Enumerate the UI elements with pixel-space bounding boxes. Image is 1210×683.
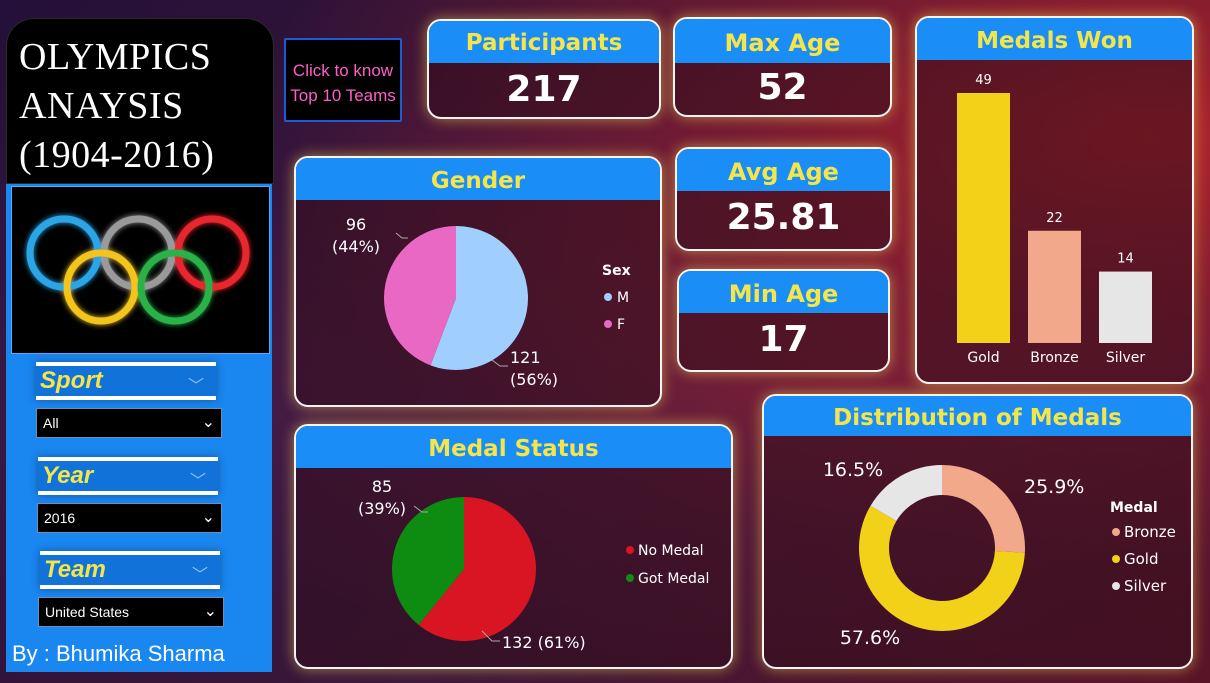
sport-dropdown-value: All	[43, 415, 59, 431]
min-age-card: Min Age 17	[677, 269, 890, 372]
chevron-down-icon: ⌄	[201, 509, 215, 526]
participants-card: Participants 217	[427, 19, 661, 119]
gender-leader-line-m	[491, 359, 508, 367]
chevron-down-icon[interactable]: ﹀	[192, 561, 208, 585]
gender-legend-marker-f	[604, 320, 612, 328]
bar-category-silver: Silver	[1106, 350, 1146, 366]
participants-label: Participants	[429, 21, 659, 63]
distribution-legend-silver: Silver	[1124, 577, 1167, 595]
gender-chart-card: Gender Sex 121 (56%) 96 (44%) M F	[294, 156, 662, 407]
year-dropdown[interactable]: 2016 ⌄	[37, 503, 222, 533]
team-dropdown[interactable]: United States ⌄	[38, 597, 224, 627]
top-10-teams-button-line2: Top 10 Teams	[290, 86, 396, 105]
distribution-donut-chart: Medal 25.9% 57.6% 16.5% Bronze Gold Silver	[823, 459, 1176, 649]
status-label-got-medal: 85 (39%)	[358, 477, 406, 518]
bar-bronze	[1028, 230, 1081, 343]
sport-dropdown[interactable]: All ⌄	[36, 408, 222, 438]
top-10-teams-button-line1: Click to know	[292, 61, 394, 80]
status-legend-got-medal: Got Medal	[638, 571, 709, 587]
distribution-legend-title: Medal	[1110, 500, 1158, 516]
gender-label-m: 121 (56%)	[510, 348, 558, 389]
medal-status-pie-chart: 132 (61%) 85 (39%) No Medal Got Medal	[358, 477, 709, 652]
distribution-card: Distribution of Medals Medal 25.9% 57.6% 1…	[762, 394, 1193, 669]
dashboard-title: OLYMPICS ANAYSIS (1904-2016)	[19, 36, 215, 176]
chevron-down-icon: ⌄	[203, 603, 217, 620]
gender-pie-chart: Sex 121 (56%) 96 (44%) MF	[332, 215, 631, 389]
medals-won-bar-chart: 49 Gold 22 Bronze 14 Silver	[957, 73, 1152, 366]
min-age-value: 17	[758, 319, 809, 360]
chevron-down-icon[interactable]: ﹀	[188, 372, 204, 396]
gender-legend-m: M	[617, 290, 629, 306]
min-age-label: Min Age	[679, 271, 888, 313]
gender-leader-line-f	[395, 232, 408, 239]
max-age-card: Max Age 52	[673, 17, 892, 117]
status-legend-no-medal: No Medal	[638, 543, 704, 559]
distribution-legend-marker-silver	[1112, 582, 1120, 590]
team-dropdown-value: United States	[45, 604, 130, 620]
participants-value: 217	[506, 69, 582, 110]
bar-category-gold: Gold	[967, 350, 999, 366]
status-legend-marker-no-medal	[626, 546, 634, 554]
sport-slicer-header[interactable]: Sport ﹀	[36, 362, 216, 400]
max-age-label: Max Age	[675, 19, 890, 63]
sport-slicer-title: Sport	[40, 367, 103, 394]
bar-value-bronze: 22	[1046, 211, 1063, 226]
distribution-legend-bronze: Bronze	[1124, 523, 1176, 541]
status-label-no-medal: 132 (61%)	[502, 633, 586, 652]
avg-age-value: 25.81	[726, 197, 841, 238]
gender-legend-marker-m	[604, 293, 612, 301]
gender-legend-f: F	[617, 317, 625, 333]
gender-label-f: 96 (44%)	[332, 215, 380, 256]
distribution-legend-marker-gold	[1112, 555, 1120, 563]
distribution-legend-gold: Gold	[1124, 550, 1159, 568]
team-slicer-header[interactable]: Team ﹀	[40, 551, 220, 589]
donut-label-gold: 57.6%	[840, 627, 900, 649]
donut-label-silver: 16.5%	[823, 459, 883, 481]
bar-value-silver: 14	[1117, 252, 1134, 267]
gender-legend-title: Sex	[602, 263, 631, 279]
chevron-down-icon[interactable]: ﹀	[190, 467, 206, 491]
olympic-rings-logo	[11, 186, 270, 354]
avg-age-label: Avg Age	[677, 149, 890, 191]
bar-silver	[1099, 271, 1152, 343]
year-dropdown-value: 2016	[44, 510, 76, 526]
avg-age-card: Avg Age 25.81	[675, 147, 892, 251]
bar-value-gold: 49	[975, 73, 992, 88]
bar-gold	[957, 93, 1010, 343]
chevron-down-icon: ⌄	[201, 414, 215, 431]
distribution-legend-marker-bronze	[1112, 528, 1120, 536]
medals-won-card: Medals Won 49 Gold 22 Bronze 14 Silver	[915, 16, 1194, 384]
year-slicer-title: Year	[42, 462, 94, 489]
olympic-rings-icon	[26, 215, 250, 325]
year-slicer-header[interactable]: Year ﹀	[38, 457, 218, 495]
bar-category-bronze: Bronze	[1030, 350, 1078, 366]
top-10-teams-button[interactable]: Click to know Top 10 Teams	[284, 38, 402, 122]
author-credit: By : Bhumika Sharma	[12, 641, 225, 666]
medal-status-card: Medal Status 132 (61%) 85 (39%) No Medal Got…	[294, 424, 733, 669]
max-age-value: 52	[757, 67, 808, 108]
status-legend-marker-got-medal	[626, 574, 634, 582]
team-slicer-title: Team	[44, 556, 106, 583]
donut-slice-bronze	[942, 465, 1025, 553]
dashboard-title-box: OLYMPICS ANAYSIS (1904-2016)	[6, 18, 274, 184]
donut-label-bronze: 25.9%	[1024, 476, 1084, 498]
